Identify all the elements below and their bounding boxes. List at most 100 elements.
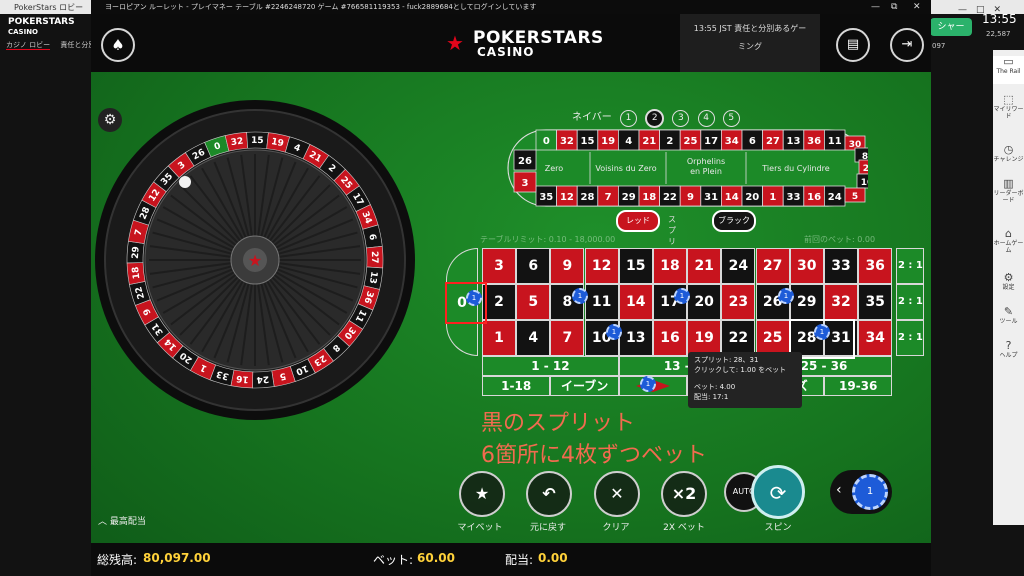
column-bet[interactable]: 2 : 1: [896, 248, 925, 284]
dozen-bet[interactable]: 1 - 12: [482, 356, 619, 376]
racetrack-section[interactable]: Orphelins: [687, 157, 725, 166]
board-number[interactable]: 22: [721, 320, 756, 356]
board-number[interactable]: 20: [687, 284, 722, 320]
board-number[interactable]: 18: [653, 248, 687, 284]
board-number[interactable]: 5: [516, 284, 551, 320]
board-number[interactable]: 12: [584, 248, 619, 284]
rail-item-help[interactable]: ? ヘルプ: [993, 340, 1024, 360]
racetrack-number-label: 17: [704, 136, 718, 147]
board-number[interactable]: 24: [721, 248, 756, 284]
cashier-button[interactable]: ▤: [836, 28, 870, 62]
minimize-button[interactable]: —: [871, 0, 880, 14]
my-bet-button[interactable]: ★: [459, 471, 505, 517]
neighbors-option-5[interactable]: 5: [722, 110, 740, 127]
settings-icon: ⚙: [1003, 271, 1014, 284]
wheel-number: 27: [369, 251, 379, 264]
rail-item-rewards[interactable]: ⬚ マイリワード: [993, 94, 1024, 121]
board-number[interactable]: 36: [858, 248, 893, 284]
racetrack-number-label: 3: [522, 178, 529, 189]
neighbors-selector: ネイバー 1 2 3 4 5: [572, 108, 740, 128]
bet-chip[interactable]: 1: [640, 376, 656, 392]
wheel-settings-button[interactable]: ⚙: [98, 108, 122, 132]
board-number[interactable]: 3: [482, 248, 516, 284]
maximize-button[interactable]: ⧉: [891, 0, 897, 14]
neighbors-option-4[interactable]: 4: [697, 110, 715, 127]
rail-item-leaderboard[interactable]: ▥ リーダーボード: [993, 178, 1024, 205]
board-number[interactable]: 29: [789, 284, 824, 320]
wheel-number: 15: [251, 136, 264, 146]
selected-chip[interactable]: 1: [852, 474, 888, 510]
racetrack-number-label: 32: [560, 136, 574, 147]
board-number[interactable]: 34: [858, 320, 893, 356]
board-number[interactable]: 2: [482, 284, 516, 320]
spade-icon: ♠: [111, 36, 125, 54]
star-logo-icon: ★: [446, 31, 464, 55]
board-number[interactable]: 15: [618, 248, 653, 284]
board-number[interactable]: 13: [618, 320, 653, 356]
board-number[interactable]: 33: [824, 248, 858, 284]
wheel-number: 16: [236, 373, 250, 384]
even-money-bet[interactable]: 1-18: [482, 376, 551, 396]
bet-chip[interactable]: 1: [674, 288, 690, 304]
racetrack-number-label: 15: [581, 136, 595, 147]
roulette-wheel: 0 32 15 19 421225173462713361130823105241633…: [95, 100, 415, 420]
exit-button[interactable]: ⇥: [890, 28, 924, 62]
board-number[interactable]: 11: [584, 284, 619, 320]
background-tab-casino[interactable]: カジノ ロビー: [6, 41, 51, 50]
racetrack-section[interactable]: Tiers du Cylindre: [761, 164, 830, 173]
bet-chip[interactable]: 1: [572, 288, 588, 304]
neighbors-option-1[interactable]: 1: [620, 110, 637, 127]
spin-button[interactable]: ⟳: [751, 465, 805, 519]
board-number[interactable]: 6: [516, 248, 551, 284]
racetrack-number-label: 21: [642, 136, 656, 147]
double-bet-button[interactable]: ×2: [661, 471, 707, 517]
board-number[interactable]: 32: [824, 284, 858, 320]
board-number[interactable]: 16: [653, 320, 687, 356]
board-number[interactable]: 1: [482, 320, 516, 356]
close-x-icon: ✕: [610, 484, 624, 503]
board-number[interactable]: 21: [687, 248, 722, 284]
racetrack-section[interactable]: Voisins du Zero: [595, 164, 656, 173]
racetrack[interactable]: 0 32 15 19 4 21 2 25 17 34 6 27 13 36 1135 12 28 7 29 18 22 9…: [506, 128, 868, 208]
chevron-left-icon[interactable]: ‹: [836, 482, 842, 498]
rail-item-tools[interactable]: ✎ ツール: [993, 306, 1024, 326]
board-number[interactable]: 7: [550, 320, 585, 356]
board-number[interactable]: 9: [550, 248, 585, 284]
rail-item-challenge[interactable]: ◷ チャレンジ: [993, 144, 1024, 164]
neighbors-option-2[interactable]: 2: [645, 109, 665, 128]
board-number[interactable]: 27: [755, 248, 790, 284]
clear-button[interactable]: ✕: [594, 471, 640, 517]
rail-item-the-rail[interactable]: ▭ The Rail: [993, 56, 1024, 84]
spin-label: スピン: [764, 523, 792, 533]
bet-chip[interactable]: 1: [606, 324, 622, 340]
board-number[interactable]: 14: [618, 284, 653, 320]
even-money-bet[interactable]: イーブン: [550, 376, 619, 396]
column-bet[interactable]: 2 : 1: [896, 320, 925, 356]
black-button[interactable]: ブラック: [712, 210, 756, 232]
lobby-button[interactable]: ♠: [101, 28, 135, 62]
racetrack-number-label: 7: [605, 192, 612, 203]
board-number[interactable]: 4: [516, 320, 551, 356]
bet-chip[interactable]: 1: [778, 288, 794, 304]
column-bet[interactable]: 2 : 1: [896, 284, 925, 320]
board-number[interactable]: 19: [687, 320, 722, 356]
background-action-button[interactable]: シャー: [930, 18, 972, 36]
rail-item-home-game[interactable]: ⌂ ホームゲーム: [993, 228, 1024, 255]
board-number[interactable]: 35: [858, 284, 893, 320]
racetrack-number-label: 35: [539, 192, 553, 203]
red-button[interactable]: レッド: [616, 210, 660, 232]
rail-item-settings[interactable]: ⚙ 設定: [993, 271, 1024, 292]
board-number[interactable]: 23: [721, 284, 756, 320]
close-button[interactable]: ✕: [913, 0, 921, 14]
wheel-number: 29: [131, 246, 142, 259]
racetrack-section[interactable]: Zero: [545, 164, 564, 173]
background-time: 13:55: [982, 12, 1017, 26]
board-number[interactable]: 30: [789, 248, 824, 284]
high-payout-toggle[interactable]: ︿ 最高配当: [98, 514, 146, 527]
chip-selector[interactable]: ‹ 1: [830, 470, 892, 514]
undo-button[interactable]: ↶: [526, 471, 572, 517]
even-money-bet[interactable]: 19-36: [824, 376, 893, 396]
board-number[interactable]: 25: [755, 320, 790, 356]
neighbors-option-3[interactable]: 3: [672, 110, 690, 127]
racetrack-number-label: 31: [704, 192, 718, 203]
